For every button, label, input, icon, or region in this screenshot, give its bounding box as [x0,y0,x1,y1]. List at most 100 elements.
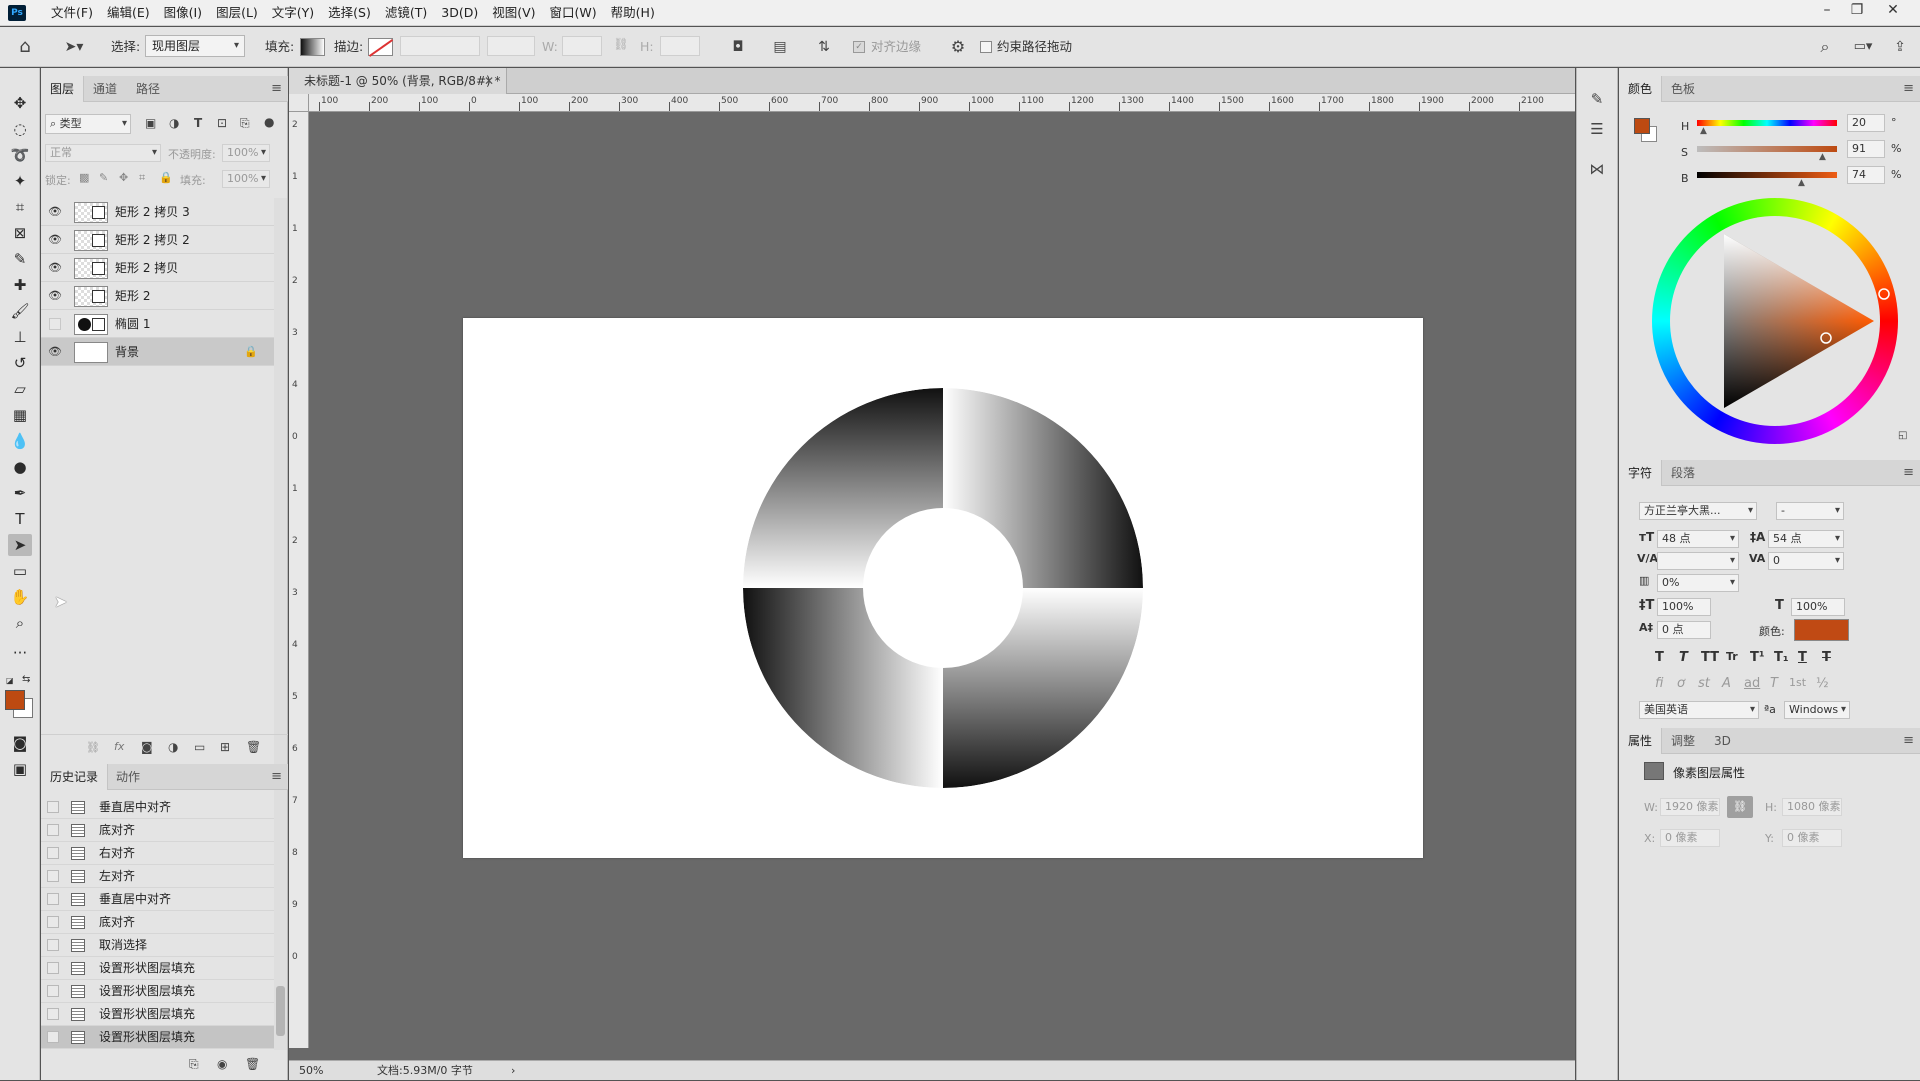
constrain-path-checkbox[interactable] [980,41,992,53]
eraser-icon[interactable]: ▱ [8,378,32,400]
zoom-level[interactable]: 50% [299,1061,323,1081]
history-brush-source[interactable] [47,824,59,836]
horizontal-ruler[interactable]: 100 200 100 0 100 200 300 400 500 600 700 800 900 100… [309,94,1575,112]
history-item[interactable]: 设置形状图层填充 [41,980,274,1003]
opacity-field[interactable]: 100% [222,144,270,162]
trash-icon[interactable]: 🗑 [246,740,261,754]
tab-character[interactable]: 字符 [1619,460,1663,486]
saturation-slider-thumb[interactable]: ▲ [1819,152,1826,162]
new-layer-icon[interactable]: ⊞ [220,740,230,754]
baseline-shift-field[interactable]: 0 点 [1657,621,1711,639]
layer-row[interactable]: 👁 矩形 2 [41,282,274,310]
gradient-icon[interactable]: ▦ [8,404,32,426]
faux-bold-icon[interactable]: T [1655,650,1664,665]
menu-filter[interactable]: 滤镜(T) [378,0,434,26]
history-item[interactable]: 设置形状图层填充 [41,957,274,980]
select-layer-dropdown[interactable]: 现用图层 [145,35,245,57]
eyedropper-icon[interactable]: ✎ [8,248,32,270]
path-alignment-icon[interactable]: ▤ [770,36,790,58]
screen-mode-icon[interactable]: ▣ [8,758,32,780]
history-item[interactable]: 左对齐 [41,865,274,888]
fg-color-chip[interactable] [1634,118,1650,134]
hand-tool-icon[interactable]: ✋ [8,586,32,608]
history-trash-icon[interactable]: 🗑 [245,1057,260,1071]
small-caps-icon[interactable]: Tr [1726,650,1738,663]
color-triangle[interactable] [1652,198,1898,444]
filter-adjustment-icon[interactable]: ◑ [169,116,179,130]
menu-select[interactable]: 选择(S) [321,0,378,26]
stroke-width-field[interactable] [400,36,480,56]
path-selection-icon[interactable]: ➤ [8,534,32,556]
tab-paragraph[interactable]: 段落 [1662,460,1704,486]
stroke-type-dropdown[interactable] [487,36,535,56]
vertical-ruler[interactable]: 2 1 1 2 3 4 0 1 2 3 4 5 6 7 8 9 0 [289,112,309,1048]
brush-settings-icon[interactable]: ✎ [1587,90,1607,108]
frame-icon[interactable]: ⊠ [8,222,32,244]
filter-smart-object-icon[interactable]: ⎘ [240,116,250,131]
layer-row[interactable]: 👁 矩形 2 拷贝 3 [41,198,274,226]
prop-y-field[interactable]: 0 像素 [1782,829,1842,847]
layer-name[interactable]: 矩形 2 [115,282,150,310]
fill-field[interactable]: 100% [222,170,270,188]
color-panel-menu-icon[interactable]: ≡ [1903,76,1914,102]
history-brush-source[interactable] [47,1031,59,1043]
layer-name[interactable]: 背景 [115,338,139,366]
history-panel-menu-icon[interactable]: ≡ [271,764,282,790]
foreground-color-swatch[interactable] [5,690,25,710]
brightness-slider[interactable] [1697,172,1837,178]
all-caps-icon[interactable]: TT [1701,650,1719,665]
tab-channels[interactable]: 通道 [84,76,126,102]
faux-italic-icon[interactable]: T [1679,650,1688,665]
subscript-icon[interactable]: T₁ [1774,650,1789,665]
restore-button[interactable]: ❐ [1842,0,1872,22]
properties-panel-menu-icon[interactable]: ≡ [1903,728,1914,754]
minimize-button[interactable]: – [1812,0,1842,22]
dodge-icon[interactable]: ● [8,456,32,478]
history-brush-source[interactable] [47,870,59,882]
history-brush-source[interactable] [47,962,59,974]
gear-icon[interactable]: ⚙ [948,36,968,58]
lock-position-icon[interactable]: ✥ [119,171,128,184]
menu-window[interactable]: 窗口(W) [543,0,604,26]
filter-type-icon[interactable]: T [194,116,202,130]
language-dropdown[interactable]: 美国英语 [1639,701,1759,719]
move-tool-icon[interactable]: ✥ [8,92,32,114]
tab-layers[interactable]: 图层 [41,76,85,102]
font-style-dropdown[interactable]: - [1776,502,1844,520]
path-operations-icon[interactable]: ◘ [728,36,748,58]
rectangle-tool-icon[interactable]: ▭ [8,560,32,582]
titling-alternates-icon[interactable]: ad [1744,676,1760,691]
layer-row[interactable]: 👁 矩形 2 拷贝 [41,254,274,282]
visibility-eye-icon[interactable]: 👁 [47,344,63,360]
quick-mask-icon[interactable]: ◙ [8,732,32,754]
type-tool-icon[interactable]: T [8,508,32,530]
layer-row[interactable]: 椭圆 1 [41,310,274,338]
tab-properties[interactable]: 属性 [1619,728,1663,754]
kerning-field[interactable] [1657,552,1739,570]
history-item[interactable]: 垂直居中对齐 [41,796,274,819]
filter-pixel-icon[interactable]: ▣ [145,116,156,130]
history-item[interactable]: 设置形状图层填充 [41,1003,274,1026]
brightness-slider-thumb[interactable]: ▲ [1798,178,1805,188]
color-wheel[interactable] [1652,198,1898,444]
superscript-icon[interactable]: T¹ [1750,650,1765,665]
close-tab-icon[interactable]: ✕ [484,68,494,94]
visibility-toggle-hidden[interactable] [49,318,61,330]
saturation-slider[interactable] [1697,146,1837,152]
visibility-eye-icon[interactable]: 👁 [47,232,63,248]
path-selection-tool-icon[interactable]: ➤▾ [60,36,88,58]
layer-name[interactable]: 矩形 2 拷贝 3 [115,198,190,226]
clone-stamp-icon[interactable]: ⊥ [8,326,32,348]
filter-toggle-icon[interactable]: ● [264,115,274,129]
history-item[interactable]: 取消选择 [41,934,274,957]
underline-icon[interactable]: T [1798,650,1807,665]
history-item[interactable]: 右对齐 [41,842,274,865]
ordinals-st-icon[interactable]: 1st [1789,676,1806,689]
brush-icon[interactable]: 🖌 [8,300,32,322]
vertical-scale-field[interactable]: 100% [1657,598,1711,616]
fx-icon[interactable]: fx [114,740,124,753]
healing-brush-icon[interactable]: ✚ [8,274,32,296]
adjust-sliders-icon[interactable]: ☰ [1587,120,1607,138]
proportional-spacing-field[interactable]: 0% [1657,574,1739,592]
lock-pixels-icon[interactable]: ✎ [99,171,108,184]
